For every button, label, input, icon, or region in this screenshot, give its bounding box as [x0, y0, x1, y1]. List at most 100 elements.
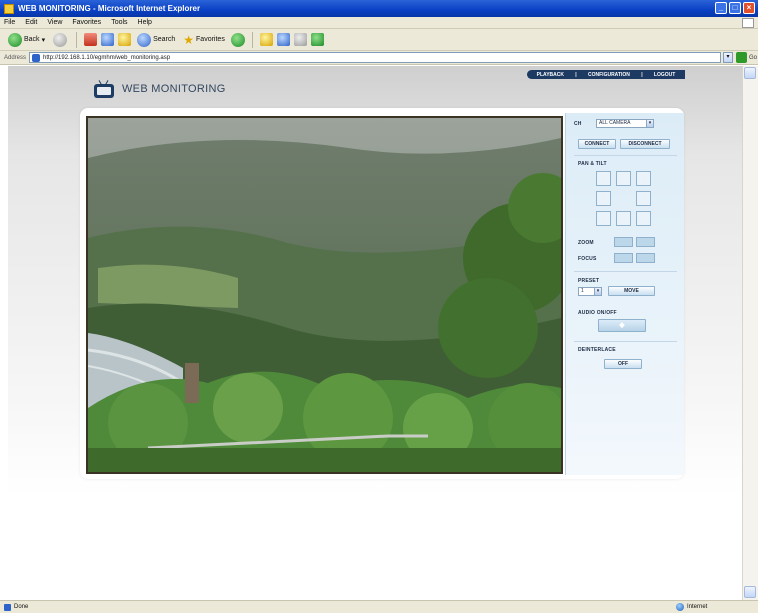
- security-zone: Internet: [676, 603, 707, 611]
- panel-divider: [574, 271, 677, 272]
- focus-label: FOCUS: [578, 256, 597, 262]
- maximize-button[interactable]: □: [729, 2, 741, 14]
- address-bar: Address http://192.168.1.10/egmhm/web_mo…: [0, 51, 758, 65]
- pan-up-left-button[interactable]: [596, 171, 611, 186]
- mail-icon[interactable]: [259, 33, 273, 46]
- chevron-down-icon[interactable]: ▾: [42, 36, 46, 44]
- nav-separator: |: [575, 71, 577, 78]
- window-titlebar: WEB MONITORING - Microsoft Internet Expl…: [0, 0, 758, 17]
- menu-tools[interactable]: Tools: [111, 19, 127, 26]
- pan-down-right-button[interactable]: [636, 211, 651, 226]
- windows-logo-icon: [742, 18, 754, 28]
- channel-select[interactable]: ALL CAMERA ▾: [596, 119, 654, 128]
- nav-logout[interactable]: LOGOUT: [654, 72, 675, 78]
- window-title: WEB MONITORING - Microsoft Internet Expl…: [18, 4, 201, 13]
- menu-edit[interactable]: Edit: [25, 19, 37, 26]
- back-button[interactable]: Back ▾: [6, 31, 47, 49]
- menu-bar: File Edit View Favorites Tools Help: [0, 17, 758, 29]
- pan-left-button[interactable]: [596, 191, 611, 206]
- audio-label: AUDIO ON/OFF: [578, 310, 617, 316]
- top-navigation: PLAYBACK | CONFIGURATION | LOGOUT: [527, 70, 685, 79]
- forward-button[interactable]: [51, 31, 69, 49]
- zoom-out-button[interactable]: [614, 237, 633, 247]
- search-button[interactable]: Search: [135, 31, 177, 49]
- address-url: http://192.168.1.10/egmhm/web_monitoring…: [43, 54, 171, 61]
- star-icon: ★: [183, 32, 195, 47]
- back-label: Back: [24, 36, 40, 43]
- control-panel: CH ALL CAMERA ▾ CONNECT DISCONNECT PAN &…: [565, 113, 684, 475]
- browser-toolbar: Back ▾ Search ★ Favorites: [0, 29, 758, 51]
- ie-app-icon: [4, 3, 14, 14]
- focus-near-button[interactable]: [614, 253, 633, 263]
- refresh-icon[interactable]: [101, 33, 115, 46]
- address-input[interactable]: http://192.168.1.10/egmhm/web_monitoring…: [29, 52, 722, 63]
- pan-down-left-button[interactable]: [596, 211, 611, 226]
- focus-far-button[interactable]: [636, 253, 655, 263]
- nav-configuration[interactable]: CONFIGURATION: [588, 72, 630, 78]
- address-label: Address: [4, 54, 27, 61]
- forward-arrow-icon: [53, 32, 68, 47]
- status-bar: Done Internet: [0, 600, 758, 613]
- status-text: Done: [14, 604, 29, 610]
- search-icon: [137, 32, 152, 47]
- preset-select[interactable]: 1 ▾: [578, 287, 602, 296]
- menu-favorites[interactable]: Favorites: [72, 19, 101, 26]
- camera-image: [88, 118, 561, 472]
- scroll-down-button[interactable]: [744, 586, 756, 598]
- deinterlace-off-button[interactable]: OFF: [604, 359, 642, 369]
- channel-label: CH: [574, 121, 582, 127]
- history-icon[interactable]: [230, 32, 245, 47]
- zoom-in-button[interactable]: [636, 237, 655, 247]
- preset-move-button[interactable]: MOVE: [608, 286, 655, 296]
- toolbar-separator: [76, 31, 78, 48]
- tv-icon: [94, 80, 114, 98]
- pan-up-right-button[interactable]: [636, 171, 651, 186]
- stop-icon[interactable]: [84, 33, 98, 46]
- chevron-down-icon: ▾: [594, 288, 601, 295]
- pan-tilt-label: PAN & TILT: [578, 161, 607, 167]
- pan-right-button[interactable]: [636, 191, 651, 206]
- panel-divider: [574, 341, 677, 342]
- channel-value: ALL CAMERA: [599, 120, 631, 126]
- messenger-icon[interactable]: [310, 33, 324, 46]
- audio-toggle-button[interactable]: ◆: [598, 319, 646, 332]
- menu-file[interactable]: File: [4, 19, 15, 26]
- home-icon[interactable]: [118, 33, 132, 46]
- zone-label: Internet: [687, 604, 708, 610]
- chevron-down-icon: ▾: [646, 120, 653, 127]
- toolbar-separator: [251, 31, 253, 48]
- vertical-scrollbar[interactable]: [742, 66, 758, 600]
- connect-button[interactable]: CONNECT: [578, 139, 616, 149]
- favorites-button[interactable]: ★ Favorites: [181, 31, 227, 49]
- page-status-icon: [4, 603, 11, 611]
- menu-view[interactable]: View: [47, 19, 62, 26]
- page-icon: [32, 53, 41, 62]
- back-arrow-icon: [8, 32, 22, 47]
- go-icon[interactable]: [736, 52, 748, 63]
- minimize-button[interactable]: _: [715, 2, 727, 14]
- nav-playback[interactable]: PLAYBACK: [537, 72, 564, 78]
- menu-help[interactable]: Help: [138, 19, 152, 26]
- disconnect-button[interactable]: DISCONNECT: [620, 139, 670, 149]
- close-button[interactable]: ×: [743, 2, 755, 14]
- go-label[interactable]: Go: [749, 55, 757, 61]
- zoom-label: ZOOM: [578, 240, 594, 246]
- edit-icon[interactable]: [293, 33, 307, 46]
- address-dropdown-button[interactable]: ▾: [723, 52, 734, 63]
- brand-title: WEB MONITORING: [122, 83, 226, 95]
- nav-separator: |: [641, 71, 643, 78]
- deinterlace-label: DEINTERLACE: [578, 347, 616, 353]
- favorites-label: Favorites: [196, 36, 225, 43]
- preset-label: PRESET: [578, 278, 600, 284]
- brand-logo: WEB MONITORING: [94, 80, 226, 98]
- search-label: Search: [153, 36, 176, 43]
- print-icon[interactable]: [276, 33, 290, 46]
- scroll-up-button[interactable]: [744, 67, 756, 79]
- panel-divider: [574, 155, 677, 156]
- pan-down-button[interactable]: [616, 211, 631, 226]
- camera-video-view[interactable]: [86, 116, 563, 474]
- speaker-icon: ◆: [619, 322, 625, 329]
- preset-value: 1: [581, 288, 584, 294]
- globe-icon: [676, 603, 684, 611]
- pan-up-button[interactable]: [616, 171, 631, 186]
